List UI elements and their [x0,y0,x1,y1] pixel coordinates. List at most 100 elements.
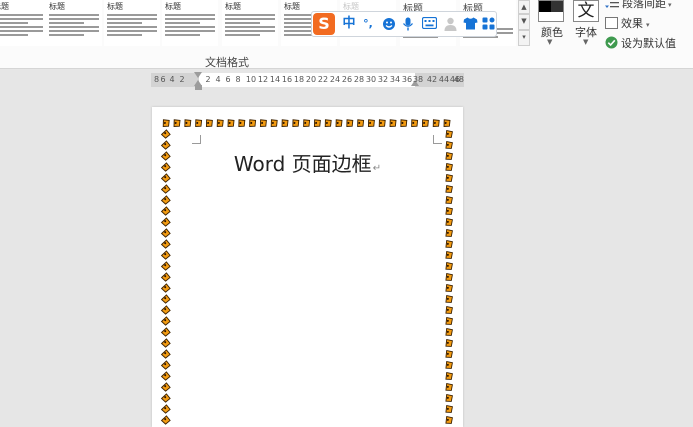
border-art-motif [443,119,451,127]
input-mode-toggle[interactable]: 中 [340,12,358,36]
border-art-motif [421,119,429,127]
ruler-number: 10 [245,75,257,84]
emoji-icon[interactable] [380,12,398,36]
border-art-motif [160,305,171,315]
border-art-motif [445,350,453,358]
border-art-motif [445,295,453,303]
first-line-indent-marker[interactable] [194,72,202,78]
ruler-number: 32 [377,75,389,84]
border-art-motif [160,338,171,348]
border-art-motif [335,119,343,127]
effects-button[interactable]: 效果 ▾ [605,15,650,32]
border-art-motif [160,184,171,194]
border-art-motif [432,119,440,127]
border-art-motif [227,119,235,127]
margin-corner-mark [192,135,201,144]
paragraph-spacing-button[interactable]: 段落间距 ▾ [605,0,672,11]
fonts-glyph-icon[interactable]: 文 [573,0,599,22]
ruler-number: 48 [453,75,464,84]
border-art-motif [400,119,408,127]
set-as-default-label: 设为默认值 [621,37,676,50]
left-indent-marker[interactable] [195,85,202,90]
style-thumbnail-preview [225,14,275,38]
document-formatting-group-caption: 文档格式 [205,56,249,69]
style-thumbnail-preview [0,14,43,38]
gallery-scroll-up-button[interactable]: ▲ [518,0,530,14]
style-thumbnail[interactable]: 标题 [222,0,278,46]
set-as-default-button[interactable]: 设为默认值 [605,35,676,52]
border-art-motif [445,306,453,314]
border-art-motif [160,360,171,370]
border-art-motif [162,119,170,127]
document-title-text[interactable]: Word 页面边框↵ [152,148,463,177]
style-thumbnail-title: 标题 [225,2,241,11]
style-thumbnail-preview [49,14,99,38]
border-art-motif [184,119,192,127]
fonts-dropdown-icon[interactable]: ▼ [583,38,588,46]
user-icon[interactable] [441,12,459,36]
border-art-motif [160,393,171,403]
border-art-motif [160,129,171,139]
border-art-motif [445,262,453,270]
style-thumbnail-preview [165,14,215,38]
ruler-number: 38 [412,75,424,84]
colors-dropdown-icon[interactable]: ▼ [547,38,552,46]
ruler-number: 30 [365,75,377,84]
border-art-motif [160,228,171,238]
border-art-motif [160,239,171,249]
document-page[interactable]: Word 页面边框↵ [152,107,463,427]
toolbox-icon[interactable] [479,12,497,36]
punctuation-toggle[interactable]: °, [360,12,376,36]
gallery-scroll-down-button[interactable]: ▼ [518,14,530,30]
microphone-icon[interactable] [400,12,416,36]
horizontal-ruler[interactable]: 8 6 4 2 2 4 6 8 10 12 14 16 18 20 22 24 26 28 30 32 34 36 38 42… [151,72,464,90]
ruler-number: 2 [179,75,185,84]
border-art-motif [160,349,171,359]
style-thumbnail[interactable]: 标题 [104,0,160,46]
border-art-motif [160,294,171,304]
paragraph-mark-icon: ↵ [372,163,382,174]
border-art-motif [160,250,171,260]
ruler-number: 6 [160,75,166,84]
border-art-motif [445,130,453,138]
style-thumbnail-title: 标题 [107,2,123,11]
ruler-number: 26 [341,75,353,84]
style-thumbnail-preview [107,14,157,38]
border-art-motif [292,119,300,127]
border-art-motif [160,382,171,392]
ruler-number: 28 [353,75,365,84]
border-art-motif [445,416,453,424]
border-art-motif [160,404,171,414]
border-art-motif [160,415,171,425]
paragraph-spacing-icon [605,0,619,11]
border-art-motif [160,217,171,227]
effects-label: 效果 [621,17,643,30]
title-text: Word 页面边框 [233,152,372,176]
gallery-more-button[interactable]: ▾ [518,30,530,46]
border-art-motif [160,327,171,337]
border-art-motif [160,316,171,326]
border-art-motif [249,119,257,127]
border-art-motif [160,261,171,271]
ruler-number: 6 [225,75,231,84]
border-art-motif [445,185,453,193]
keyboard-icon[interactable] [420,12,438,36]
ime-toolbar: S 中 °, [311,11,497,37]
sogou-logo-icon[interactable]: S [313,13,335,35]
ruler-number: 16 [281,75,293,84]
shirt-icon[interactable] [461,12,479,36]
style-thumbnail[interactable]: 标题 [162,0,218,46]
style-thumbnail[interactable]: 标题 [46,0,102,46]
border-art-motif [445,317,453,325]
border-art-motif [411,119,419,127]
border-art-motif [445,383,453,391]
border-art-motif [216,119,224,127]
border-art-motif [173,119,181,127]
ruler-number: 4 [169,75,175,84]
border-art-motif [445,207,453,215]
style-thumbnail[interactable]: 标题 [0,0,46,46]
border-art-motif [445,339,453,347]
border-art-motif [346,119,354,127]
colors-swatch-icon[interactable] [538,0,564,22]
ruler-number: 12 [257,75,269,84]
